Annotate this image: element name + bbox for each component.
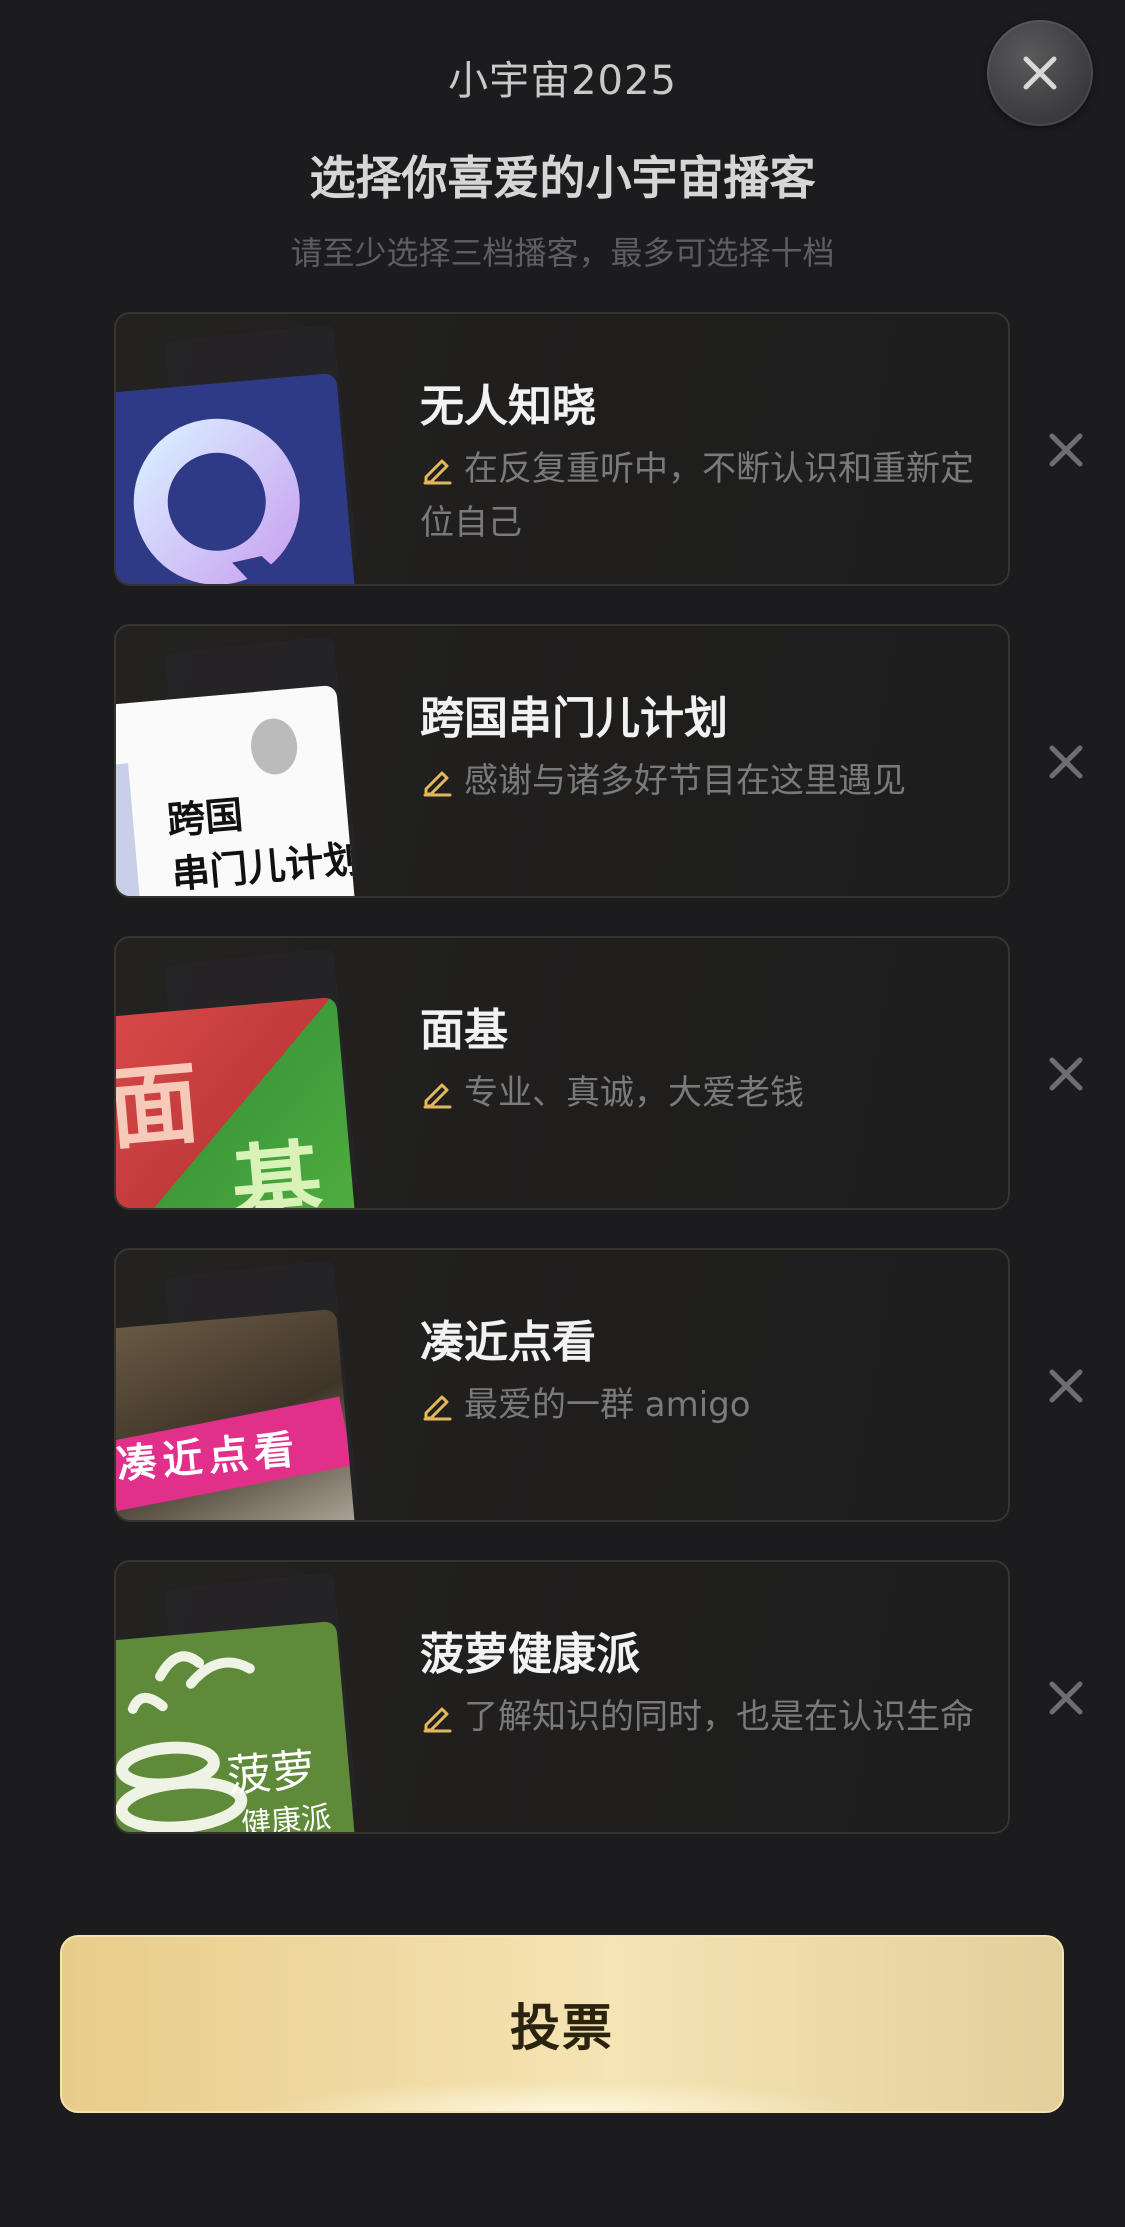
podcast-card[interactable]: 面 基 面基 专业、真诚，大爱老钱 <box>114 936 1010 1210</box>
podcast-title: 凑近点看 <box>420 1317 596 1368</box>
podcast-title: 跨国串门儿计划 <box>420 693 728 744</box>
remove-podcast-button[interactable] <box>1040 1048 1092 1100</box>
podcast-cover: 跨国 串门儿计划 <box>116 684 357 896</box>
podcast-title: 面基 <box>420 1005 508 1056</box>
podcast-title: 菠萝健康派 <box>420 1629 640 1680</box>
podcast-logo-icon <box>133 418 317 584</box>
podcast-cover: 面 基 <box>116 996 357 1208</box>
podcast-cover: 凑近点看 <box>116 1308 357 1520</box>
podcast-description: 专业、真诚，大爱老钱 <box>420 1066 980 1120</box>
close-button[interactable] <box>987 20 1093 126</box>
close-icon <box>1049 1057 1083 1091</box>
podcast-description: 在反复重听中，不断认识和重新定位自己 <box>420 449 974 543</box>
header-title: 小宇宙2025 <box>448 58 677 104</box>
podcast-cover <box>116 372 357 584</box>
pencil-icon <box>423 1395 452 1421</box>
podcast-card[interactable]: 无人知晓 在反复重听中，不断认识和重新定位自己 <box>114 312 1010 586</box>
pencil-icon <box>423 1083 452 1109</box>
close-icon <box>1049 745 1083 779</box>
page-subheading: 请至少选择三档播客，最多可选择十档 <box>290 234 835 272</box>
pencil-icon <box>423 771 452 797</box>
close-icon <box>1049 1681 1083 1715</box>
podcast-cover: 菠萝 健康派 <box>116 1620 357 1832</box>
podcast-card[interactable]: 菠萝 健康派 菠萝健康派 了解知识的同时，也是在认识生命 <box>114 1560 1010 1834</box>
pencil-icon <box>423 459 452 485</box>
vote-button[interactable]: 投票 <box>60 1935 1064 2113</box>
pencil-icon <box>423 1707 452 1733</box>
vote-button-label: 投票 <box>510 1999 614 2057</box>
podcast-card[interactable]: 凑近点看 凑近点看 最爱的一群 amigo <box>114 1248 1010 1522</box>
remove-podcast-button[interactable] <box>1040 424 1092 476</box>
close-icon <box>1049 1369 1083 1403</box>
page-heading: 选择你喜爱的小宇宙播客 <box>309 151 816 205</box>
remove-podcast-button[interactable] <box>1040 1672 1092 1724</box>
podcast-description: 最爱的一群 amigo <box>420 1378 980 1432</box>
podcast-description: 感谢与诸多好节目在这里遇见 <box>420 754 980 808</box>
podcast-description: 了解知识的同时，也是在认识生命 <box>420 1690 980 1744</box>
remove-podcast-button[interactable] <box>1040 736 1092 788</box>
close-icon <box>1049 433 1083 467</box>
remove-podcast-button[interactable] <box>1040 1360 1092 1412</box>
podcast-card[interactable]: 跨国 串门儿计划 跨国串门儿计划 感谢与诸多好节目在这里遇见 <box>114 624 1010 898</box>
close-icon <box>1023 56 1057 90</box>
podcast-title: 无人知晓 <box>420 381 596 432</box>
